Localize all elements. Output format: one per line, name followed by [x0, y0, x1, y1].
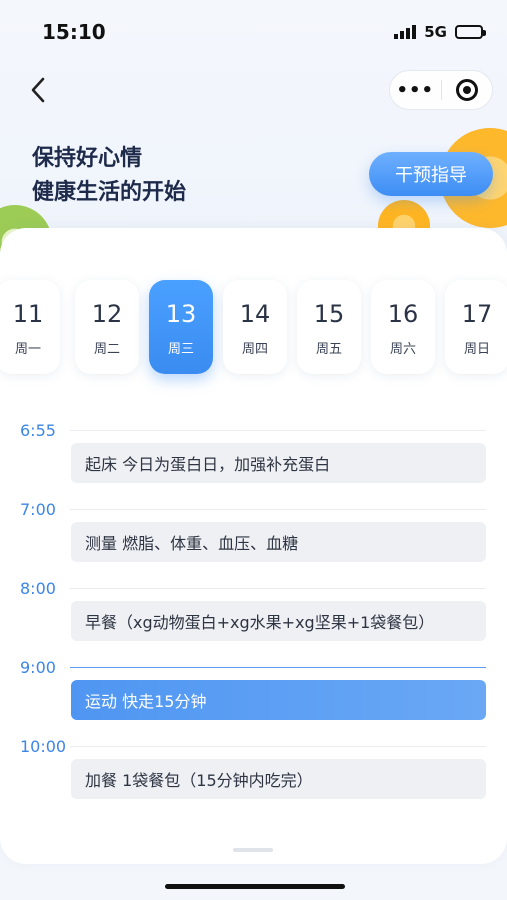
close-mini-program-button[interactable]: [442, 71, 493, 109]
time-divider: [70, 430, 486, 431]
day-weekday: 周日: [463, 342, 490, 357]
day-item-selected[interactable]: 13 周三: [149, 280, 213, 374]
schedule-event[interactable]: 加餐 1袋餐包（15分钟内吃完）: [71, 759, 486, 799]
day-number: 13: [165, 300, 197, 328]
week-day-selector: 11 周一 12 周二 13 周三 14 周四 15 周五 16 周六 17 周…: [0, 280, 507, 376]
slogan-line-1: 保持好心情: [32, 146, 143, 171]
day-number: 12: [91, 300, 123, 328]
slogan: 保持好心情 健康生活的开始: [32, 142, 186, 210]
schedule-event[interactable]: 起床 今日为蛋白日，加强补充蛋白: [71, 443, 486, 483]
schedule-card: 11 周一 12 周二 13 周三 14 周四 15 周五 16 周六 17 周…: [0, 228, 507, 864]
day-item[interactable]: 14 周四: [223, 280, 287, 374]
time-label: 8:00: [20, 579, 56, 598]
day-item[interactable]: 17 周日: [445, 280, 507, 374]
day-weekday: 周一: [14, 342, 41, 357]
day-number: 16: [387, 300, 419, 328]
signal-icon: [394, 25, 417, 39]
day-number: 14: [239, 300, 271, 328]
schedule-event-active[interactable]: 运动 快走15分钟: [71, 680, 486, 720]
day-item[interactable]: 15 周五: [297, 280, 361, 374]
time-label: 10:00: [20, 737, 67, 756]
day-item[interactable]: 12 周二: [75, 280, 139, 374]
time-label: 6:55: [20, 421, 56, 440]
more-button[interactable]: •••: [390, 71, 441, 109]
drag-handle[interactable]: [233, 848, 273, 852]
day-number: 11: [12, 300, 44, 328]
status-bar: 15:10 5G: [0, 0, 507, 64]
network-type: 5G: [424, 23, 447, 41]
nav-bar: •••: [0, 64, 507, 116]
schedule-event[interactable]: 测量 燃脂、体重、血压、血糖: [71, 522, 486, 562]
current-time-divider: [70, 667, 486, 668]
time-divider: [70, 588, 486, 589]
more-dots-icon: •••: [396, 79, 434, 101]
status-time: 15:10: [42, 20, 106, 44]
day-weekday: 周六: [389, 342, 416, 357]
time-label-current: 9:00: [20, 658, 56, 677]
day-weekday: 周二: [93, 342, 120, 357]
slogan-line-2: 健康生活的开始: [32, 180, 187, 205]
time-divider: [70, 746, 486, 747]
time-label: 7:00: [20, 500, 56, 519]
day-weekday: 周四: [241, 342, 268, 357]
chevron-left-icon: [31, 77, 45, 103]
day-item[interactable]: 16 周六: [371, 280, 435, 374]
back-button[interactable]: [22, 74, 54, 106]
schedule-event[interactable]: 早餐（xg动物蛋白+xg水果+xg坚果+1袋餐包）: [71, 601, 486, 641]
status-indicators: 5G: [394, 23, 486, 41]
time-divider: [70, 509, 486, 510]
home-indicator[interactable]: [165, 884, 345, 889]
day-weekday: 周五: [315, 342, 342, 357]
intervene-guide-button[interactable]: 干预指导: [369, 152, 493, 196]
day-number: 17: [461, 300, 493, 328]
target-circle-icon: [455, 79, 478, 101]
day-item[interactable]: 11 周一: [0, 280, 60, 374]
day-weekday: 周三: [167, 342, 194, 357]
mini-program-capsule: •••: [389, 70, 493, 110]
battery-icon: [455, 25, 486, 39]
day-number: 15: [313, 300, 345, 328]
